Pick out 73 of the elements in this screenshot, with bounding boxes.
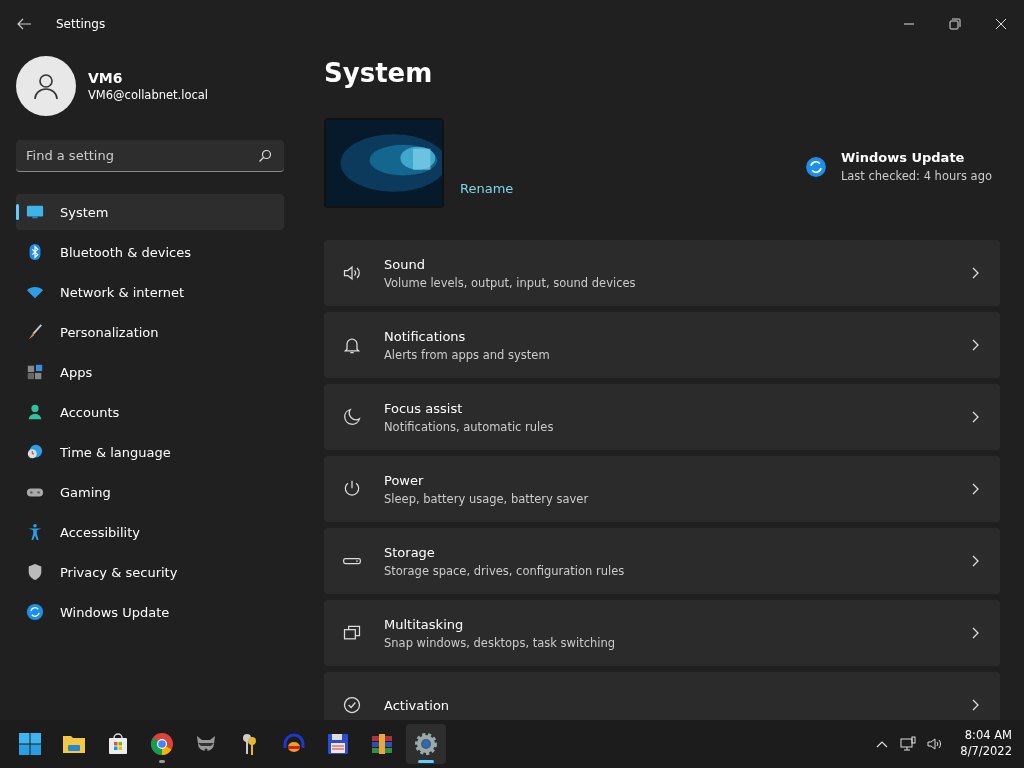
card-subtitle: Snap windows, desktops, task switching (384, 635, 616, 650)
avatar (16, 56, 76, 116)
nav-item[interactable]: Time & language (16, 434, 284, 470)
restore-icon[interactable] (949, 18, 961, 30)
card-title: Power (384, 472, 425, 488)
update-status: Last checked: 4 hours ago (840, 169, 992, 183)
card-title: Storage (384, 544, 436, 560)
settings-card[interactable]: Storage Storage space, drives, configuration rules (324, 528, 1000, 594)
update-icon (26, 603, 44, 621)
nav-item[interactable]: Apps (16, 354, 284, 390)
nav-item[interactable]: Windows Update (16, 594, 284, 630)
nav-item[interactable]: Gaming (16, 474, 284, 510)
page-title: System (324, 58, 434, 88)
search-field[interactable]: Find a setting (16, 140, 284, 172)
clock[interactable]: 8:04 AM 8/7/2022 (960, 728, 1012, 760)
chevron-icon (970, 483, 980, 495)
update-title[interactable]: Windows Update (840, 150, 992, 165)
chevron-icon (970, 627, 980, 639)
chrome-icon[interactable] (150, 732, 174, 756)
card-title: Notifications (384, 328, 467, 344)
moon-icon (342, 407, 362, 427)
power-icon (342, 479, 362, 499)
rename-link[interactable]: Rename (460, 181, 514, 196)
card-subtitle: Volume levels, output, input, sound devices (384, 275, 636, 290)
chevron-icon (970, 555, 980, 567)
search-icon[interactable] (258, 149, 272, 163)
card-title: Sound (384, 256, 426, 272)
apps-icon (26, 363, 44, 381)
start-icon[interactable] (18, 732, 42, 756)
account-email: VM6@collabnet.local (88, 88, 209, 102)
check-circle-icon (342, 695, 362, 715)
nav-item[interactable]: Personalization (16, 314, 284, 350)
accessibility-icon (26, 523, 44, 541)
running-indicator (418, 760, 434, 763)
chevron-icon (970, 411, 980, 423)
settings-card[interactable]: Notifications Alerts from apps and system (324, 312, 1000, 378)
nav-item[interactable]: Bluetooth & devices (16, 234, 284, 270)
chevron-icon (970, 267, 980, 279)
card-subtitle: Storage space, drives, configuration rules (384, 563, 625, 578)
card-title: Multitasking (384, 616, 465, 632)
running-indicator (159, 760, 165, 763)
nav-item[interactable]: Accessibility (16, 514, 284, 550)
settings-card[interactable]: Power Sleep, battery usage, battery saver (324, 456, 1000, 522)
nav-item[interactable]: Network & internet (16, 274, 284, 310)
settings-card[interactable]: Multitasking Snap windows, desktops, task switching (324, 600, 1000, 666)
archive-books-icon[interactable] (370, 732, 394, 756)
nav-item[interactable]: System (16, 194, 284, 230)
chevron-icon (970, 339, 980, 351)
nav-item[interactable]: Accounts (16, 394, 284, 430)
settings-card[interactable]: Activation (324, 672, 1000, 720)
card-title: Focus assist (384, 400, 464, 416)
network-icon[interactable] (900, 736, 917, 752)
settings-card[interactable]: Focus assist Notifications, automatic rules (324, 384, 1000, 450)
shopping-bag-icon[interactable] (106, 732, 130, 756)
account-name: VM6 (88, 70, 124, 86)
person-icon (26, 403, 44, 421)
nav-item[interactable]: Privacy & security (16, 554, 284, 590)
update-icon (804, 155, 827, 178)
speaker-icon[interactable] (926, 736, 943, 752)
speaker-icon (342, 263, 362, 283)
close-icon[interactable] (995, 18, 1007, 30)
window-title: Settings (56, 17, 106, 31)
chevron-icon (970, 699, 980, 711)
monitor-icon (26, 203, 44, 221)
gear-icon[interactable] (414, 732, 438, 756)
shield-icon (26, 563, 44, 581)
card-title: Activation (384, 697, 450, 713)
card-subtitle: Sleep, battery usage, battery saver (384, 491, 589, 506)
brush-icon (26, 323, 44, 341)
card-subtitle: Notifications, automatic rules (384, 419, 554, 434)
clock-globe-icon (26, 443, 44, 461)
settings-card[interactable]: Sound Volume levels, output, input, sound devices (324, 240, 1000, 306)
card-subtitle: Alerts from apps and system (384, 347, 550, 362)
